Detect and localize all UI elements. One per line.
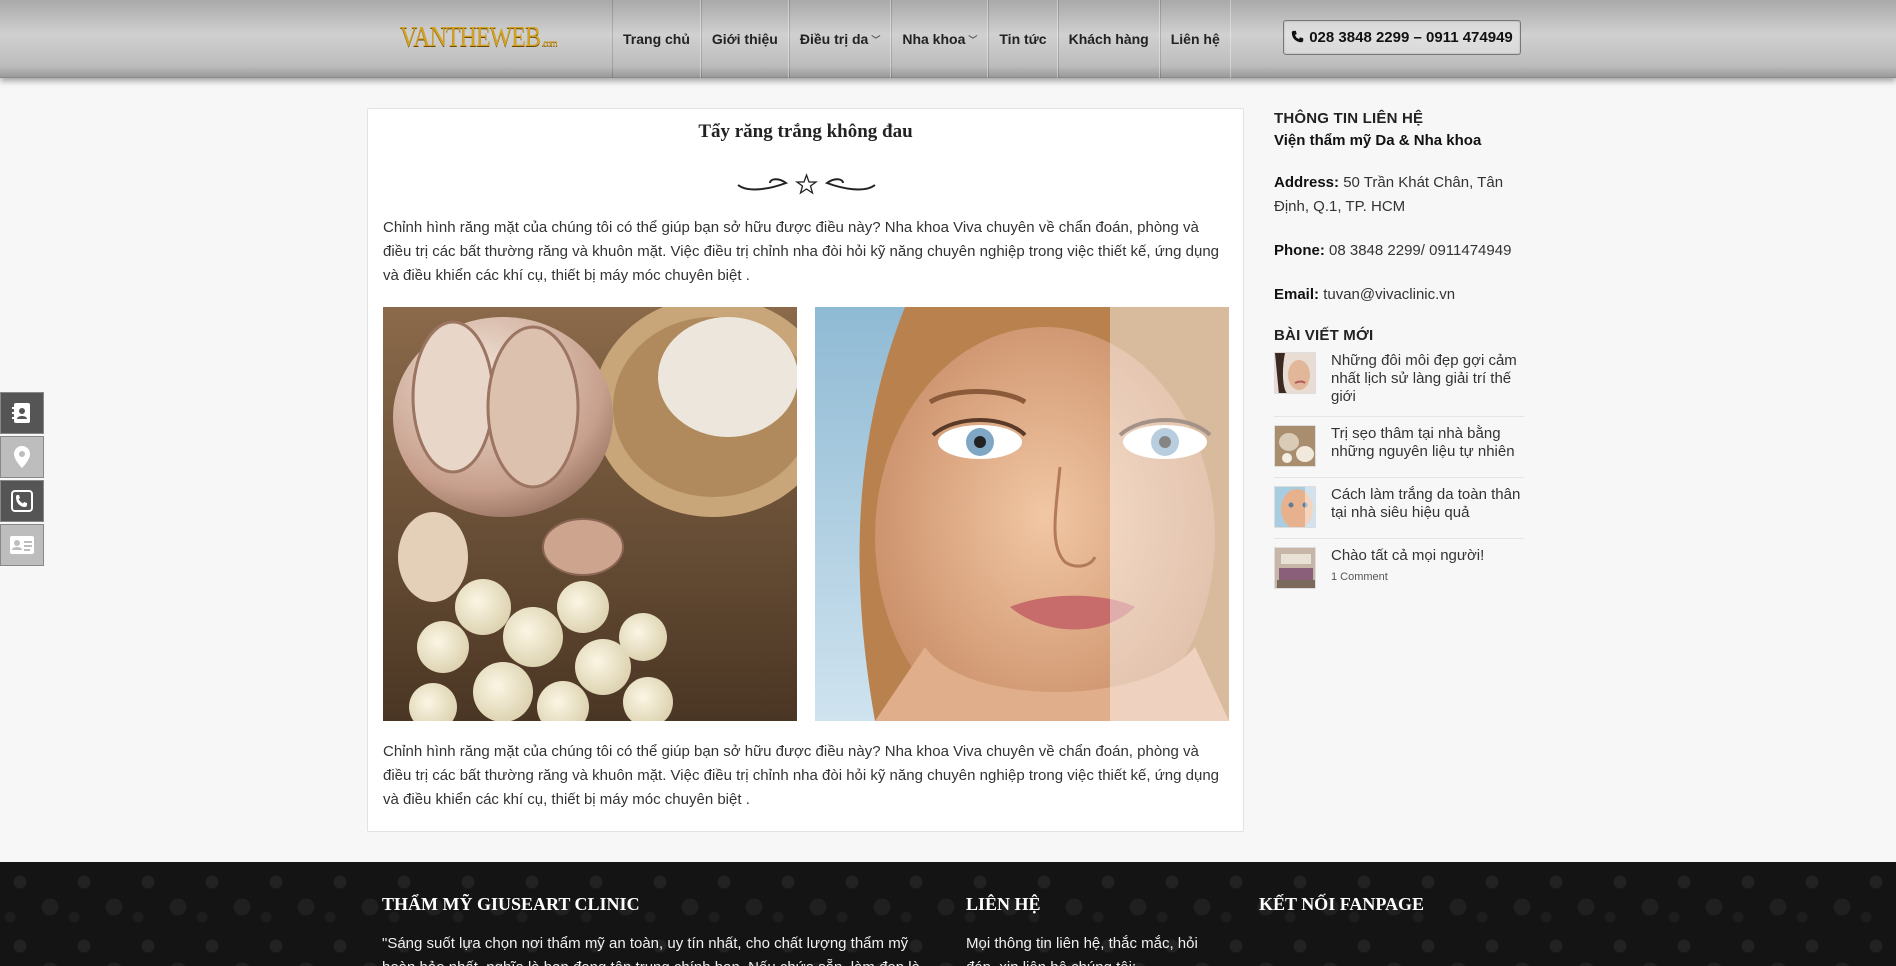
header-phone-text: 028 3848 2299 – 0911 474949	[1309, 29, 1513, 46]
phone-icon	[11, 490, 33, 512]
recent-post-title[interactable]: Cách làm trắng da toàn thân tại nhà siêu…	[1331, 486, 1524, 522]
comment-count[interactable]: 1 Comment	[1331, 571, 1484, 583]
nav-item-dieu-tri-da[interactable]: Điều trị da ﹀	[788, 0, 892, 78]
nav-label: Khách hàng	[1068, 31, 1149, 47]
recent-post-item[interactable]: Cách làm trắng da toàn thân tại nhà siêu…	[1274, 478, 1524, 539]
nav-label: Tin tức	[999, 31, 1047, 47]
floating-contact-bar	[0, 392, 44, 568]
map-pin-icon	[14, 446, 30, 468]
contact-card-icon	[12, 403, 30, 423]
nav-label: Giới thiệu	[711, 31, 778, 47]
footer-clinic-title: THẨM MỸ GIUSEART CLINIC	[382, 894, 640, 914]
contact-card-button[interactable]	[0, 392, 44, 434]
email-label: Email:	[1274, 286, 1320, 303]
nav-label: Liên hệ	[1170, 31, 1220, 47]
recent-post-item[interactable]: Trị sẹo thâm tại nhà bằng những nguyên l…	[1274, 417, 1524, 478]
call-button[interactable]	[0, 480, 44, 522]
post-card: Tẩy răng trắng không đau Chỉnh hình răng…	[367, 108, 1244, 832]
main-nav: Trang chủ Giới thiệu Điều trị da ﹀ Nha kh…	[612, 0, 1231, 78]
face-photo	[815, 307, 1229, 721]
post-title: Tẩy răng trắng không đau	[698, 121, 913, 142]
recent-posts-title: BÀI VIẾT MỚI	[1274, 327, 1374, 344]
divider-ornament-icon	[737, 173, 876, 195]
email-value[interactable]: tuvan@vivaclinic.vn	[1323, 286, 1455, 303]
logo-sub: .com	[541, 37, 558, 49]
nav-item-gioi-thieu[interactable]: Giới thiệu	[700, 0, 789, 78]
nav-item-tin-tuc[interactable]: Tin tức	[988, 0, 1058, 78]
nav-label: Điều trị da	[799, 31, 869, 47]
garlic-photo	[383, 307, 797, 721]
address-label: Address:	[1274, 174, 1340, 191]
nav-item-trang-chu[interactable]: Trang chủ	[612, 0, 701, 78]
recent-post-item[interactable]: Chào tất cả mọi người! 1 Comment	[1274, 539, 1524, 599]
site-footer: THẨM MỸ GIUSEART CLINIC "Sáng suốt lựa c…	[0, 862, 1896, 966]
site-header: VANTHEWEB .com Trang chủ Giới thiệu Điều …	[0, 0, 1896, 78]
recent-post-title[interactable]: Những đôi môi đẹp gợi cảm nhất lịch sử l…	[1331, 352, 1524, 406]
recent-post-title[interactable]: Chào tất cả mọi người!	[1331, 547, 1484, 565]
post-paragraph: Chỉnh hình răng mặt của chúng tôi có thể…	[383, 219, 1220, 284]
contact-widget-title: THÔNG TIN LIÊN HỆ	[1274, 110, 1424, 127]
nav-item-lien-he[interactable]: Liên hệ	[1159, 0, 1231, 78]
chevron-down-icon: ﹀	[871, 34, 881, 45]
recent-post-thumbnail[interactable]	[1274, 425, 1316, 467]
phone-icon	[1291, 30, 1304, 46]
post-paragraph: Chỉnh hình răng mặt của chúng tôi có thể…	[383, 743, 1220, 808]
nav-item-khach-hang[interactable]: Khách hàng	[1057, 0, 1160, 78]
map-button[interactable]	[0, 436, 44, 478]
sidebar: THÔNG TIN LIÊN HỆ Viện thẩm mỹ Da & Nha …	[1274, 108, 1524, 599]
phone-label: Phone:	[1274, 242, 1325, 259]
header-phone-button[interactable]: 028 3848 2299 – 0911 474949	[1283, 20, 1521, 55]
logo-text: VANTHEWEB	[400, 22, 541, 53]
id-card-button[interactable]	[0, 524, 44, 566]
recent-post-thumbnail[interactable]	[1274, 486, 1316, 528]
recent-post-title[interactable]: Trị sẹo thâm tại nhà bằng những nguyên l…	[1331, 425, 1524, 461]
nav-label: Trang chủ	[623, 31, 690, 47]
nav-label: Nha khoa	[902, 31, 966, 47]
site-logo[interactable]: VANTHEWEB .com	[400, 22, 558, 54]
footer-contact-title: LIÊN HỆ	[966, 894, 1041, 914]
footer-fanpage-title: KẾT NỐI FANPAGE	[1259, 894, 1425, 914]
nav-item-nha-khoa[interactable]: Nha khoa ﹀	[891, 0, 989, 78]
clinic-name: Viện thẩm mỹ Da & Nha khoa	[1274, 132, 1482, 149]
recent-post-thumbnail[interactable]	[1274, 352, 1316, 394]
phone-value: 08 3848 2299/ 0911474949	[1329, 242, 1512, 259]
recent-post-item[interactable]: Những đôi môi đẹp gợi cảm nhất lịch sử l…	[1274, 344, 1524, 417]
phone-line: Phone: 08 3848 2299/ 0911474949	[1274, 239, 1524, 263]
address-line: Address: 50 Trần Khát Chân, Tân Định, Q.…	[1274, 171, 1524, 219]
email-line: Email: tuvan@vivaclinic.vn	[1274, 283, 1524, 307]
chevron-down-icon: ﹀	[968, 34, 978, 45]
id-card-icon	[10, 536, 34, 554]
footer-contact-text: Mọi thông tin liên hệ, thắc mắc, hỏi đáp…	[966, 935, 1198, 966]
footer-clinic-text: "Sáng suốt lựa chọn nơi thẩm mỹ an toàn,…	[382, 935, 920, 966]
recent-post-thumbnail[interactable]	[1274, 547, 1316, 589]
